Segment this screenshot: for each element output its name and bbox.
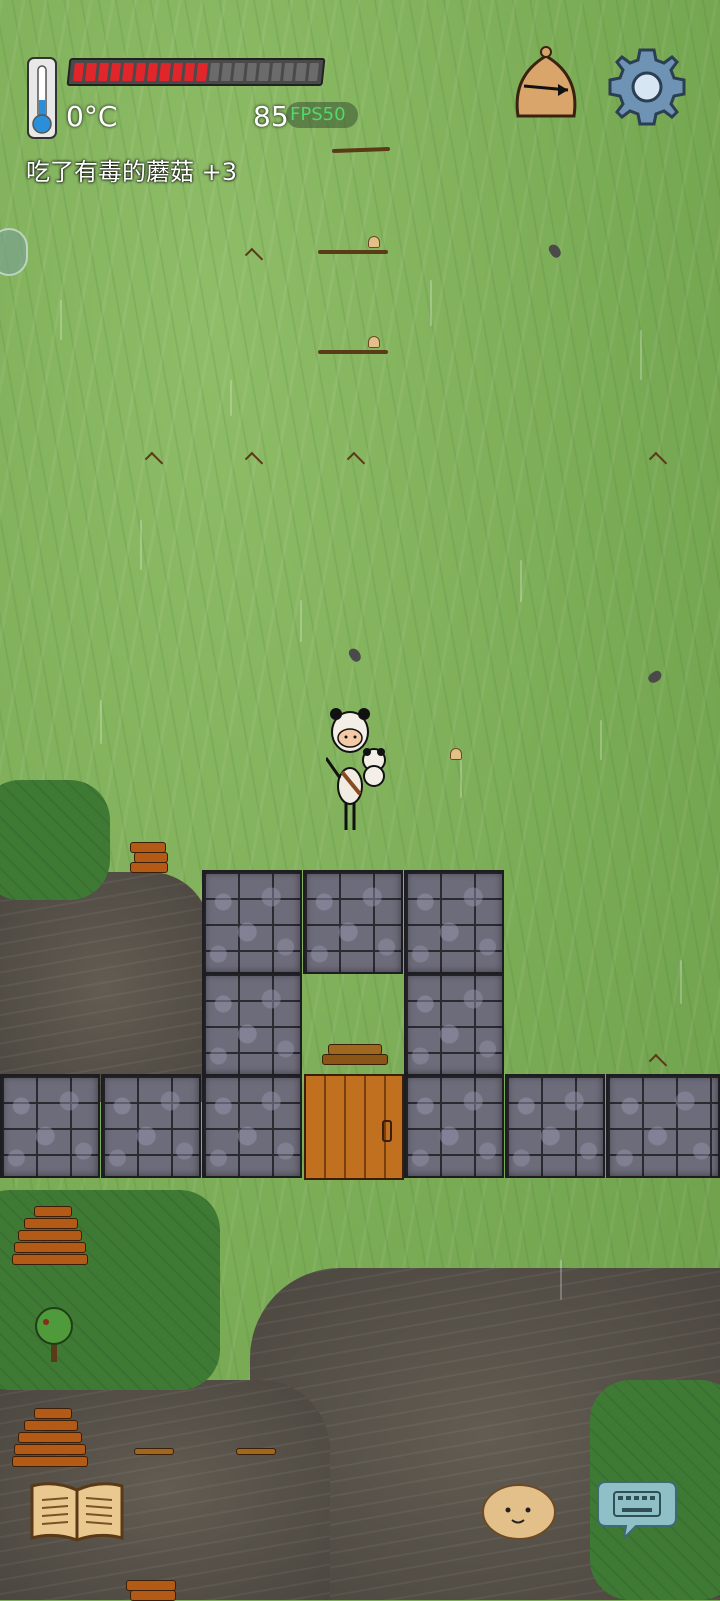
health-segment [282,63,295,81]
health-segment [134,63,147,81]
stone-wall[interactable] [202,870,302,974]
mushroom[interactable] [450,748,462,760]
health-segment [221,63,233,81]
status-message: 吃了有毒的蘑菇 +3 [26,158,238,186]
health-segment [245,63,258,81]
health-segment [184,63,196,81]
health-segment [196,63,208,81]
health-segment [171,63,184,81]
compass-clock-icon[interactable] [510,46,582,124]
health-segment [295,63,307,81]
health-segment [110,63,122,81]
bush-area-left [0,780,110,900]
stone-wall[interactable] [404,972,504,1076]
fallen-log[interactable] [318,350,388,354]
stone-wall[interactable] [202,972,302,1076]
side-drawer-tab[interactable] [0,228,28,276]
stone-wall[interactable] [303,870,403,974]
health-segment [97,63,109,81]
wood-pile[interactable] [12,1206,88,1272]
stone-wall[interactable] [404,1074,504,1178]
mushroom[interactable] [368,236,380,248]
wood-pile[interactable] [126,1580,176,1601]
health-segment [85,63,97,81]
health-segment [208,63,221,81]
keyboard-bubble-icon[interactable] [596,1478,678,1541]
stone-wall[interactable] [606,1074,720,1178]
health-segment [159,63,171,81]
open-book-icon[interactable] [28,1478,126,1544]
wooden-door[interactable] [304,1074,404,1180]
stone-wall[interactable] [505,1074,605,1178]
potato-face-icon[interactable] [480,1480,558,1542]
stone-wall[interactable] [202,1074,302,1178]
dirt-patch-left [0,872,210,1102]
door-handle-icon [382,1120,392,1142]
thermometer-icon [26,56,58,140]
player-character[interactable] [324,702,396,832]
dry-grass[interactable] [236,1440,276,1464]
health-segment [122,63,134,81]
health-segment [270,63,282,81]
health-segment [233,63,245,81]
dry-grass[interactable] [134,1440,174,1464]
sapling-tree[interactable] [32,1306,76,1366]
stone-wall[interactable] [404,870,504,974]
health-segment [147,63,159,81]
health-bar [66,58,326,86]
health-value: 85 [253,100,289,133]
health-segment [73,63,85,81]
temperature-readout: 0°C [66,100,118,133]
fallen-log[interactable] [318,250,388,254]
gear-icon[interactable] [606,46,688,128]
stone-wall[interactable] [101,1074,201,1178]
health-segment [258,63,270,81]
wood-pile[interactable] [130,842,170,873]
mushroom[interactable] [368,336,380,348]
wood-pile[interactable] [12,1408,88,1474]
stone-wall[interactable] [0,1074,100,1178]
health-segment [307,63,319,81]
fps-counter: FPS50 [286,102,358,128]
nest-straw[interactable] [322,1040,388,1066]
